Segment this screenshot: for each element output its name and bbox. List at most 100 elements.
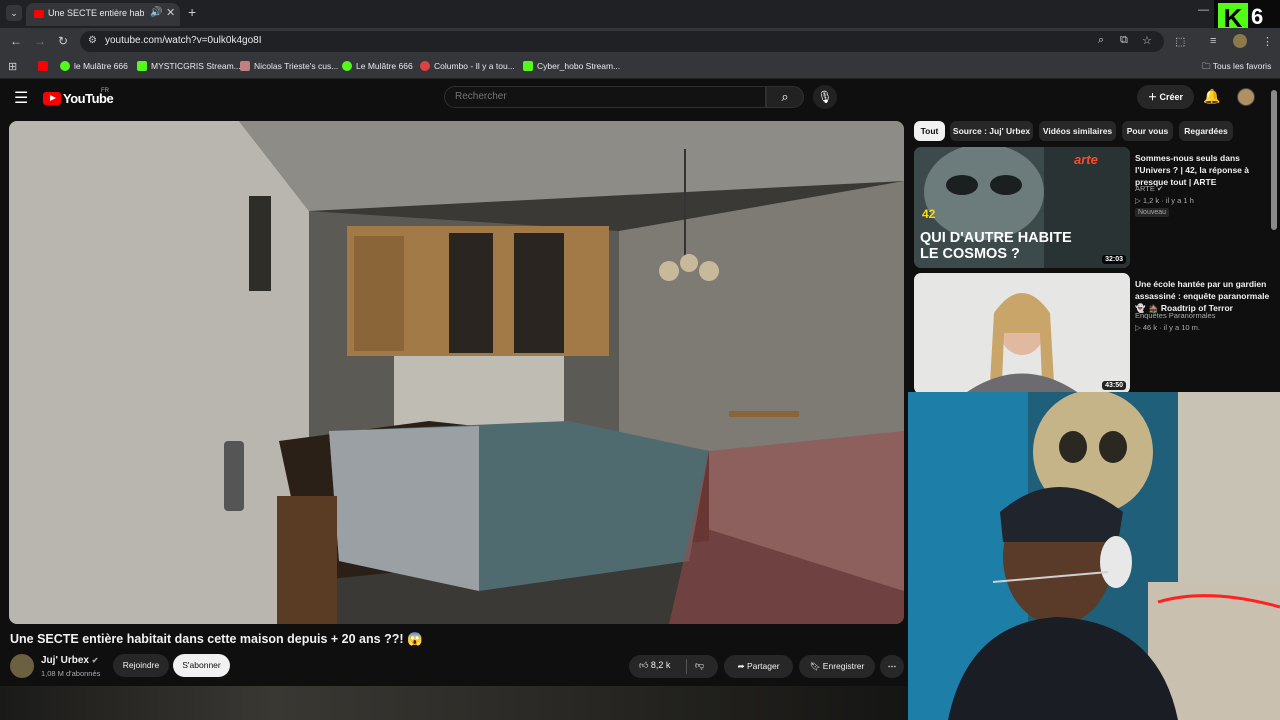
bookmark-favicon-icon <box>60 61 70 71</box>
thumbs-up-icon: 👍︎ <box>639 660 649 670</box>
video-player[interactable] <box>9 121 904 624</box>
new-tab-plus-icon[interactable]: + <box>188 4 196 20</box>
site-info-icon[interactable]: ⚙ <box>88 35 97 46</box>
browser-profile-avatar[interactable] <box>1233 34 1247 48</box>
verified-icon: ✔ <box>1156 184 1164 193</box>
recommendation-card[interactable]: arte 42 QUI D'AUTRE HABITE LE COSMOS ? 3… <box>914 147 1270 272</box>
thumbnail-caption: QUI D'AUTRE HABITE LE COSMOS ? <box>920 230 1072 262</box>
bookmark-favicon-icon <box>342 61 352 71</box>
subscriber-count: 1,08 M d'abonnés <box>41 669 101 678</box>
dislike-button[interactable]: 👎︎ <box>695 660 704 671</box>
webcam-overlay <box>908 392 1280 720</box>
streamer-webcam-image <box>908 392 1280 720</box>
media-controls-icon[interactable]: ≡ <box>1210 35 1216 47</box>
search-button[interactable]: ⌕ <box>766 86 804 108</box>
tab-title: Une SECTE entière habitait <box>48 8 144 18</box>
description-preview-strip <box>0 686 908 720</box>
save-button[interactable]: 🔖︎ Enregistrer <box>799 655 875 678</box>
forward-arrow-icon[interactable]: → <box>34 34 46 48</box>
play-small-icon: ▷ <box>1135 323 1141 332</box>
notifications-bell-icon[interactable]: 🔔 <box>1203 88 1220 105</box>
bookmark-favicon-icon <box>240 61 250 71</box>
all-favorites[interactable]: 🗀 Tous les favoris <box>1202 61 1271 75</box>
like-button[interactable]: 👍︎ 8,2 k <box>639 660 670 671</box>
browser-menu-icon[interactable]: ⋮ <box>1262 35 1273 48</box>
bookmark-youtube-icon[interactable] <box>38 61 52 71</box>
youtube-logo[interactable]: YouTube FR <box>43 88 114 108</box>
bookmark-item[interactable]: Le Mulâtre 666 <box>342 61 413 71</box>
video-thumbnail[interactable]: arte 42 QUI D'AUTRE HABITE LE COSMOS ? 3… <box>914 147 1130 268</box>
like-separator <box>686 659 687 674</box>
chip-for-you[interactable]: Pour vous <box>1122 121 1173 141</box>
reload-icon[interactable]: ↻ <box>58 34 68 48</box>
video-frame-bedroom <box>9 121 904 624</box>
create-button[interactable]: ＋ Créer <box>1137 85 1194 109</box>
zoom-icon[interactable]: ⌕ <box>1098 34 1104 47</box>
region-code: FR <box>101 88 109 94</box>
recommendation-channel[interactable]: ARTE ✔ <box>1135 184 1163 193</box>
youtube-play-icon <box>43 92 61 105</box>
more-actions-button[interactable]: ⋯ <box>880 655 904 678</box>
bookmark-item[interactable]: le Mulâtre 666 <box>60 61 128 71</box>
chip-source[interactable]: Source : Juj' Urbex <box>950 121 1033 141</box>
new-badge: Nouveau <box>1135 208 1170 217</box>
tab-close-icon[interactable]: ✕ <box>166 6 175 19</box>
browser-tab[interactable]: Une SECTE entière habitait 🔊 ✕ <box>26 3 180 26</box>
omnibox[interactable]: ⚙ youtube.com/watch?v=0ulk0k4go8I ⌕ ⧉ ☆ <box>80 31 1164 52</box>
page-scrollbar[interactable] <box>1271 90 1277 230</box>
search-field[interactable] <box>444 86 766 108</box>
bookmark-item[interactable]: MYSTICGRIS Stream... <box>137 61 241 71</box>
bookmark-icon: 🔖︎ <box>809 661 821 671</box>
microphone-icon: 🎙 <box>817 90 833 104</box>
join-button[interactable]: Rejoindre <box>113 654 169 677</box>
apps-grid-icon[interactable]: ⊞ <box>8 60 17 73</box>
share-icon: ➦ <box>737 661 745 671</box>
url-text[interactable]: youtube.com/watch?v=0ulk0k4go8I <box>105 35 262 46</box>
window-minimize-icon[interactable]: — <box>1198 4 1209 16</box>
bookmark-favicon-icon <box>420 61 430 71</box>
plus-icon: ＋ <box>1147 92 1157 102</box>
user-avatar[interactable] <box>1237 88 1255 106</box>
bookmark-item[interactable]: Columbo - Il y a tou... <box>420 61 515 71</box>
recommendation-meta: ▷ 1,2 k · il y a 1 h <box>1135 196 1194 205</box>
arte-logo: arte <box>1074 152 1098 167</box>
subscribe-button[interactable]: S'abonner <box>173 654 230 677</box>
browser-tab-strip: ⌄ Une SECTE entière habitait 🔊 ✕ + — <box>0 0 1280 28</box>
video-duration: 43:50 <box>1102 381 1126 390</box>
thumbs-down-icon: 👎︎ <box>695 660 705 670</box>
back-arrow-icon[interactable]: ← <box>10 34 22 48</box>
hamburger-menu-icon[interactable]: ☰ <box>14 88 28 108</box>
bookmark-favicon-icon <box>137 61 147 71</box>
folder-icon: 🗀 <box>1202 61 1211 71</box>
bookmark-item[interactable]: Cyber_hobo Stream... <box>523 61 620 71</box>
video-title: Une SECTE entière habitait dans cette ma… <box>10 632 423 646</box>
recommendation-title[interactable]: Sommes-nous seuls dans l'Univers ? | 42,… <box>1135 152 1270 188</box>
bookmark-item[interactable]: Nicolas Trieste's cus... <box>240 61 338 71</box>
chip-watched[interactable]: Regardées <box>1179 121 1233 141</box>
recommendation-meta: ▷ 46 k · il y a 10 m. <box>1135 323 1200 332</box>
kick-logo-number: 6 <box>1251 4 1264 29</box>
recommendation-channel[interactable]: Enquêtes Paranormales <box>1135 311 1215 320</box>
recommendation-title[interactable]: Une école hantée par un gardien assassin… <box>1135 278 1270 314</box>
chip-similar[interactable]: Vidéos similaires <box>1039 121 1116 141</box>
search-input[interactable] <box>455 91 755 102</box>
extensions-icon[interactable]: ⬚ <box>1175 35 1185 48</box>
youtube-favicon-icon <box>34 10 44 18</box>
chip-all[interactable]: Tout <box>914 121 945 141</box>
speaker-icon[interactable]: 🔊 <box>150 7 162 18</box>
woman-thumbnail-image <box>914 273 1130 394</box>
cast-icon[interactable]: ⧉ <box>1120 34 1128 47</box>
like-dislike-group: 👍︎ 8,2 k 👎︎ <box>629 655 718 678</box>
verified-icon: ✔ <box>91 656 99 665</box>
share-button[interactable]: ➦ Partager <box>724 655 793 678</box>
channel-avatar[interactable] <box>10 654 34 678</box>
bookmarks-bar: ⊞ le Mulâtre 666 MYSTICGRIS Stream... Ni… <box>0 55 1280 79</box>
channel-name[interactable]: Juj' Urbex ✔ <box>41 655 98 666</box>
more-horizontal-icon: ⋯ <box>887 661 897 671</box>
recommendation-card[interactable]: 43:50 Une école hantée par un gardien as… <box>914 273 1270 394</box>
video-thumbnail[interactable]: 43:50 <box>914 273 1130 394</box>
bookmark-star-icon[interactable]: ☆ <box>1142 34 1152 47</box>
voice-search-button[interactable]: 🎙 <box>813 85 837 109</box>
tab-search-icon[interactable]: ⌄ <box>6 5 22 21</box>
search-icon: ⌕ <box>781 89 789 104</box>
